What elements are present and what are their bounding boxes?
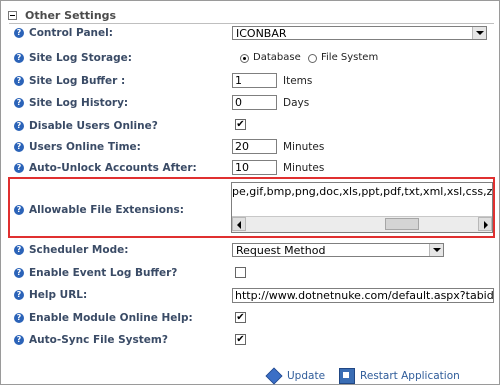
radio-file-system-label: File System	[321, 52, 379, 63]
help-icon[interactable]: ?	[14, 163, 24, 173]
file-extensions-value: pe,gif,bmp,png,doc,xls,ppt,pdf,txt,xml,x…	[232, 185, 493, 198]
site-log-storage-label: Site Log Storage:	[29, 52, 132, 64]
users-online-time-unit: Minutes	[283, 141, 325, 153]
module-online-help-checkbox[interactable]: ✔	[235, 312, 246, 323]
help-icon[interactable]: ?	[14, 245, 24, 255]
radio-database[interactable]	[240, 54, 249, 63]
help-icon[interactable]: ?	[14, 76, 24, 86]
event-log-buffer-checkbox[interactable]	[235, 267, 246, 278]
users-online-time-label: Users Online Time:	[29, 141, 141, 153]
chevron-down-icon[interactable]	[472, 27, 486, 39]
scheduler-mode-value: Request Method	[236, 244, 326, 257]
update-icon	[265, 367, 283, 385]
scroll-right-icon[interactable]	[478, 217, 492, 231]
chevron-down-icon[interactable]	[429, 244, 443, 256]
help-icon[interactable]: ?	[14, 313, 24, 323]
site-log-history-unit: Days	[283, 97, 310, 109]
control-panel-label: Control Panel:	[29, 27, 113, 39]
event-log-buffer-label: Enable Event Log Buffer?	[29, 267, 178, 279]
radio-database-label: Database	[253, 52, 301, 63]
collapse-toggle-icon[interactable]	[8, 10, 17, 20]
update-button[interactable]: Update	[265, 367, 326, 385]
scheduler-mode-select[interactable]: Request Method	[232, 243, 444, 257]
restart-application-button[interactable]: Restart Application	[339, 368, 460, 384]
horizontal-scrollbar[interactable]	[232, 216, 492, 232]
auto-unlock-label: Auto-Unlock Accounts After:	[29, 162, 197, 174]
control-panel-value: ICONBAR	[236, 27, 287, 40]
help-icon[interactable]: ?	[14, 53, 24, 63]
action-bar: Update Restart Application	[265, 367, 460, 385]
site-log-buffer-label: Site Log Buffer :	[29, 75, 126, 87]
scheduler-mode-label: Scheduler Mode:	[29, 244, 129, 256]
restart-label: Restart Application	[360, 370, 460, 382]
help-icon[interactable]: ?	[14, 28, 24, 38]
file-extensions-label: Allowable File Extensions:	[29, 204, 184, 216]
site-log-history-label: Site Log History:	[29, 97, 129, 109]
help-icon[interactable]: ?	[14, 142, 24, 152]
auto-sync-label: Auto-Sync File System?	[29, 334, 168, 346]
help-icon[interactable]: ?	[14, 98, 24, 108]
help-icon[interactable]: ?	[14, 335, 24, 345]
help-icon[interactable]: ?	[14, 121, 24, 131]
file-extensions-textarea[interactable]: pe,gif,bmp,png,doc,xls,ppt,pdf,txt,xml,x…	[231, 182, 493, 233]
users-online-time-input[interactable]: 20	[232, 139, 277, 154]
auto-unlock-unit: Minutes	[283, 162, 325, 174]
settings-panel: Other Settings ? Control Panel: ICONBAR …	[0, 0, 500, 385]
disable-users-online-checkbox[interactable]: ✔	[235, 119, 246, 130]
section-divider	[9, 23, 494, 24]
help-url-label: Help URL:	[29, 289, 88, 301]
auto-unlock-input[interactable]: 10	[232, 160, 277, 175]
auto-sync-checkbox[interactable]: ✔	[235, 334, 246, 345]
help-icon[interactable]: ?	[14, 205, 24, 215]
site-log-buffer-unit: Items	[283, 75, 313, 87]
module-online-help-label: Enable Module Online Help:	[29, 312, 193, 324]
help-url-input[interactable]: http://www.dotnetnuke.com/default.aspx?t…	[232, 288, 494, 303]
restart-icon	[339, 368, 356, 384]
site-log-history-input[interactable]: 0	[232, 95, 277, 110]
radio-file-system[interactable]	[308, 54, 317, 63]
section-header[interactable]: Other Settings	[8, 8, 116, 22]
update-label: Update	[287, 370, 326, 382]
site-log-buffer-input[interactable]: 1	[232, 73, 277, 88]
control-panel-select[interactable]: ICONBAR	[232, 26, 487, 40]
help-icon[interactable]: ?	[14, 290, 24, 300]
scroll-left-icon[interactable]	[232, 217, 246, 231]
disable-users-online-label: Disable Users Online?	[29, 120, 158, 132]
help-icon[interactable]: ?	[14, 268, 24, 278]
section-title: Other Settings	[25, 8, 117, 22]
scrollbar-thumb[interactable]	[385, 218, 419, 230]
